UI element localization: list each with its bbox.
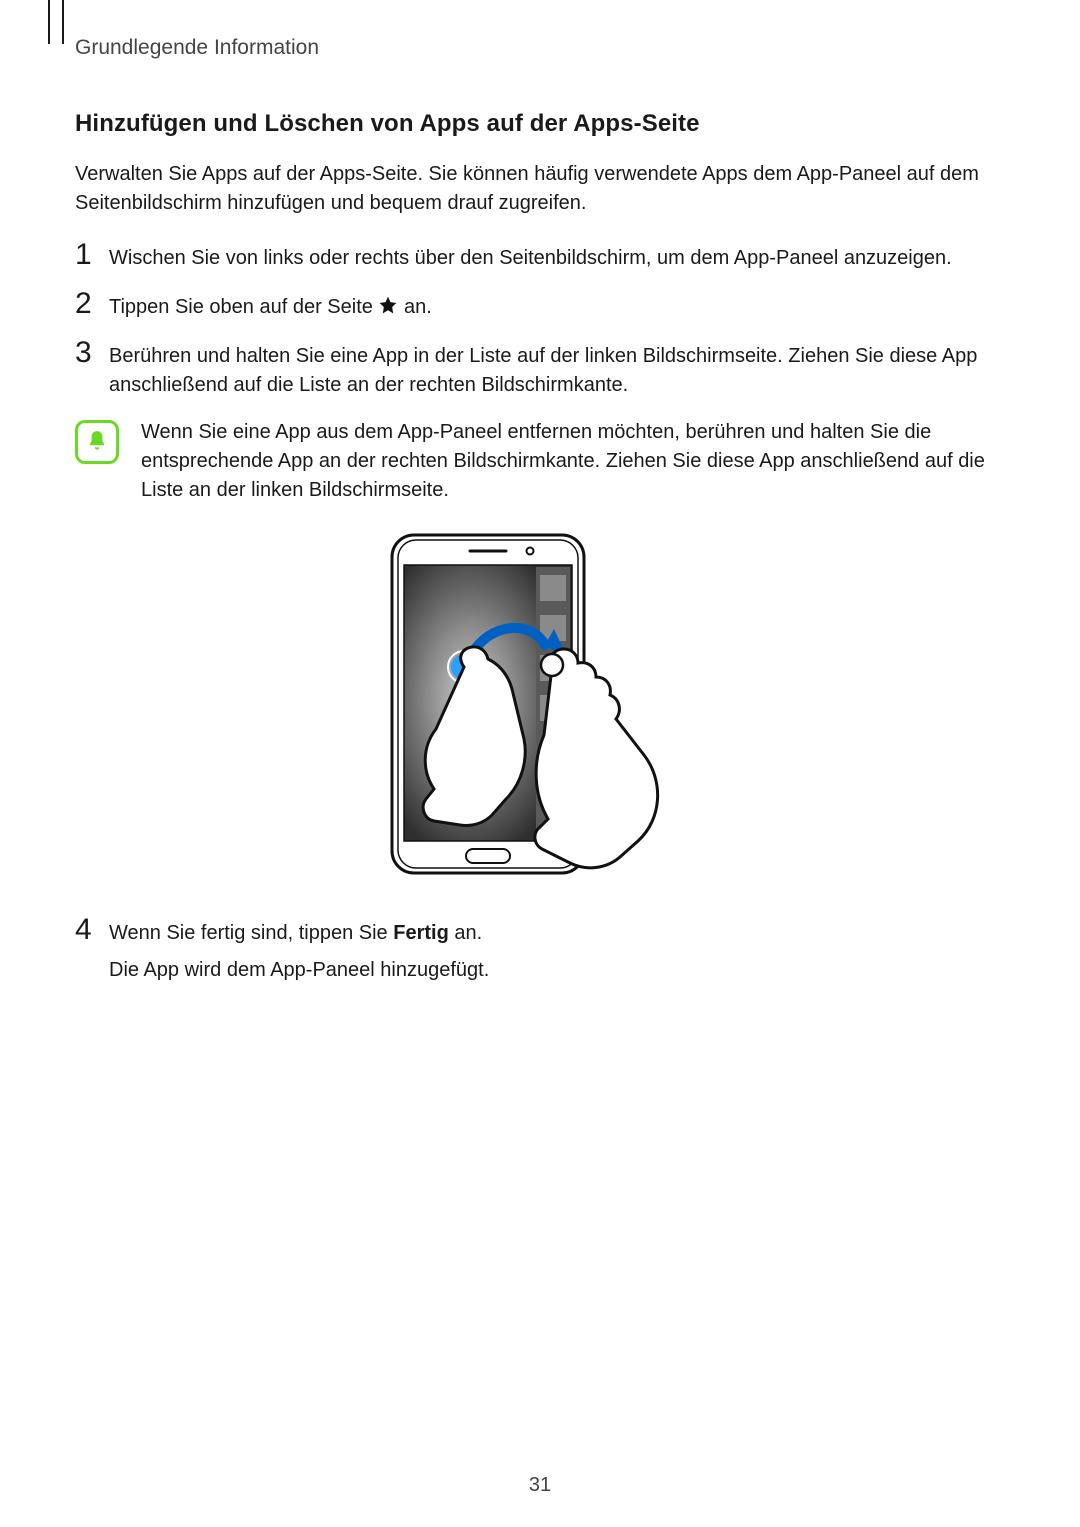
- step-text-bold: Fertig: [393, 922, 449, 944]
- steps-list-continued: 4 Wenn Sie fertig sind, tippen Sie Ferti…: [75, 917, 1005, 985]
- page-number: 31: [0, 1474, 1080, 1497]
- step-result-text: Die App wird dem App-Paneel hinzugefügt.: [109, 959, 489, 981]
- step-number: 1: [75, 240, 109, 270]
- star-icon: [378, 295, 398, 319]
- bell-icon: [75, 420, 119, 464]
- step-text: Wenn Sie fertig sind, tippen Sie Fertig …: [109, 917, 489, 985]
- step-number: 3: [75, 338, 109, 368]
- section-label: Grundlegende Information: [75, 36, 1005, 60]
- step-text: Berühren und halten Sie eine App in der …: [109, 340, 1005, 400]
- step-number: 4: [75, 915, 109, 945]
- step-2: 2 Tippen Sie oben auf der Seite an.: [75, 291, 1005, 322]
- step-text: Wischen Sie von links oder rechts über d…: [109, 242, 952, 273]
- step-1: 1 Wischen Sie von links oder rechts über…: [75, 242, 1005, 273]
- step-text-before: Tippen Sie oben auf der Seite: [109, 296, 378, 318]
- step-3: 3 Berühren und halten Sie eine App in de…: [75, 340, 1005, 400]
- intro-paragraph: Verwalten Sie Apps auf der Apps-Seite. S…: [75, 160, 1005, 218]
- step-number: 2: [75, 289, 109, 319]
- illustration: [75, 527, 1005, 887]
- step-text-after: an.: [398, 296, 431, 318]
- step-text-before: Wenn Sie fertig sind, tippen Sie: [109, 922, 393, 944]
- note-text: Wenn Sie eine App aus dem App-Paneel ent…: [141, 418, 1005, 505]
- step-text-after: an.: [449, 922, 482, 944]
- step-text: Tippen Sie oben auf der Seite an.: [109, 291, 432, 322]
- page-heading: Hinzufügen und Löschen von Apps auf der …: [75, 110, 1005, 138]
- note-callout: Wenn Sie eine App aus dem App-Paneel ent…: [75, 418, 1005, 505]
- step-4: 4 Wenn Sie fertig sind, tippen Sie Ferti…: [75, 917, 1005, 985]
- tab-marker-decoration: [48, 0, 64, 44]
- steps-list: 1 Wischen Sie von links oder rechts über…: [75, 242, 1005, 400]
- page: Grundlegende Information Hinzufügen und …: [0, 0, 1080, 1527]
